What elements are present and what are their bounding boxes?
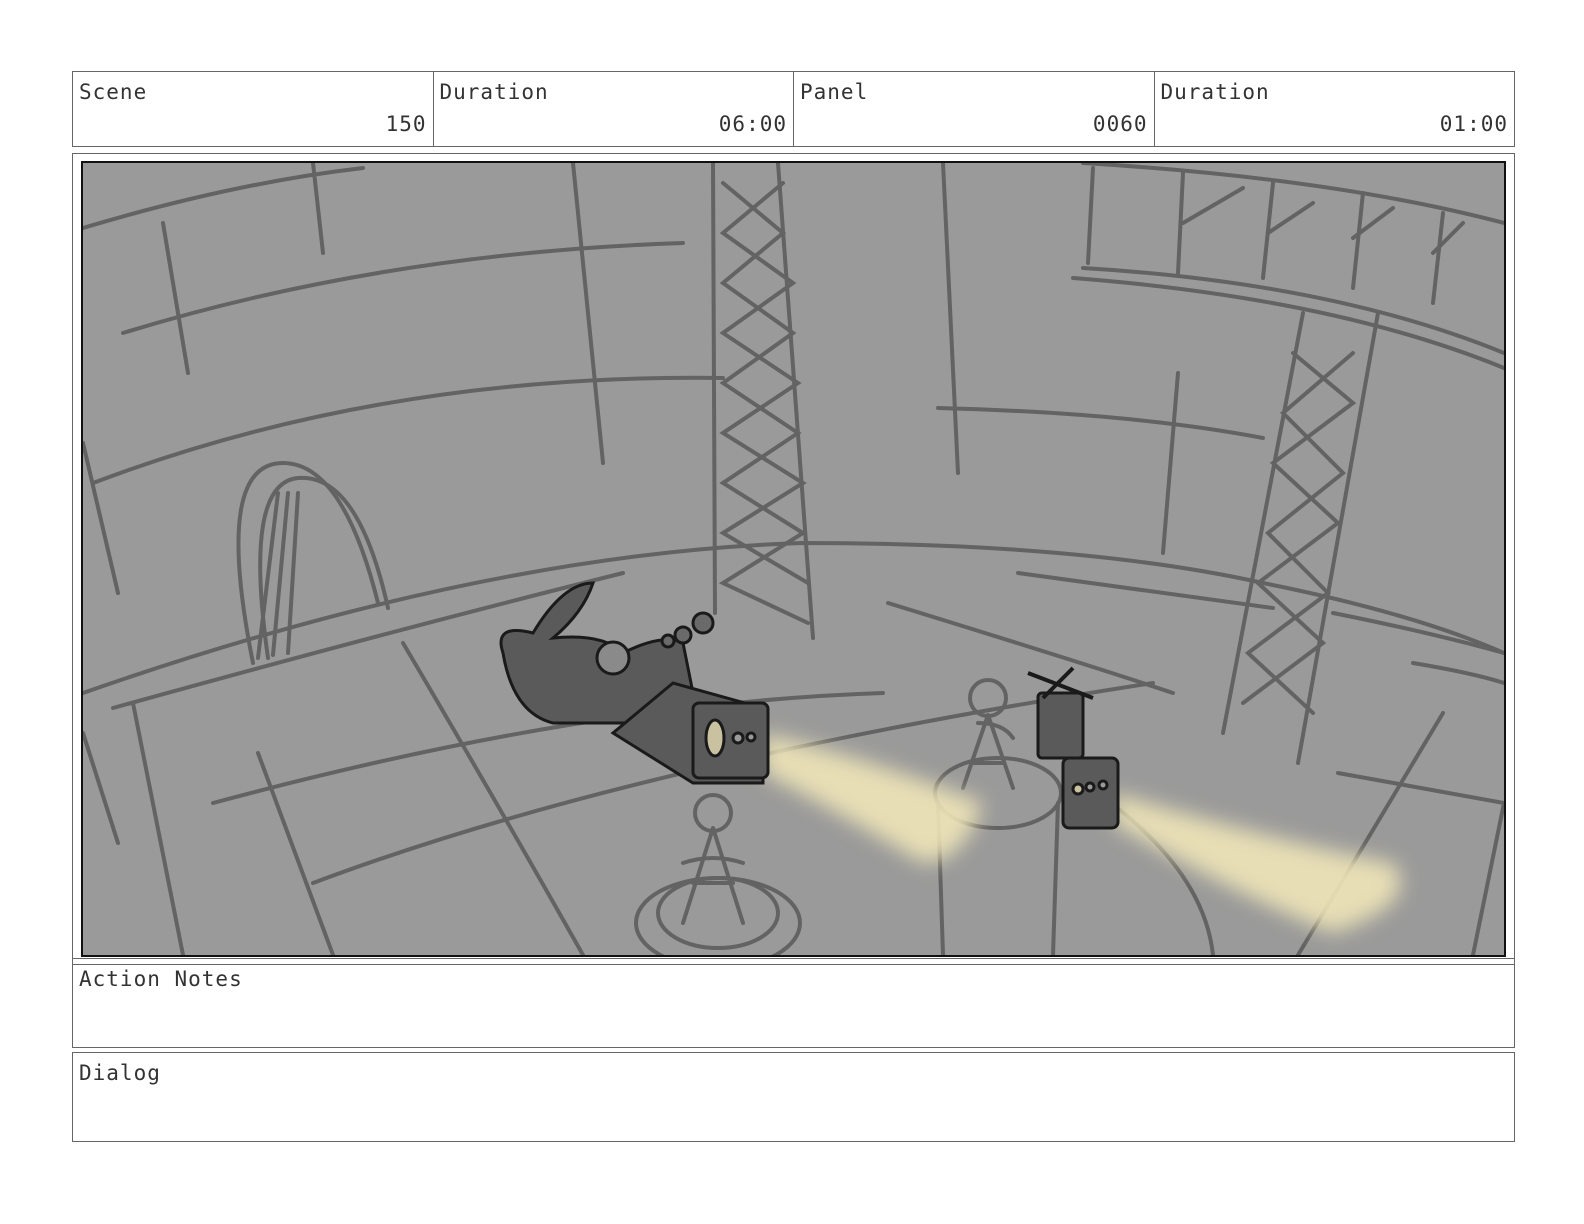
sketch-drawing: [83, 163, 1504, 955]
panel-value: 0060: [1092, 112, 1148, 136]
header-row: Scene 150 Duration 06:00 Panel 0060 Dura…: [72, 71, 1515, 147]
panel-duration-cell: Duration 01:00: [1155, 72, 1515, 146]
scene-duration-cell: Duration 06:00: [434, 72, 794, 146]
panel-label: Panel: [800, 80, 869, 104]
dialog-label: Dialog: [79, 1061, 161, 1085]
panel-duration-label: Duration: [1160, 80, 1270, 104]
scene-value: 150: [385, 112, 427, 136]
panel-duration-value: 01:00: [1439, 112, 1508, 136]
scene-cell: Scene 150: [73, 72, 434, 146]
scene-label: Scene: [79, 80, 148, 104]
storyboard-sketch: [81, 161, 1506, 957]
dialog-box[interactable]: Dialog: [72, 1052, 1515, 1142]
action-notes-box[interactable]: Action Notes: [72, 958, 1515, 1048]
scene-duration-value: 06:00: [718, 112, 787, 136]
storyboard-panel-frame: [72, 153, 1515, 965]
action-notes-label: Action Notes: [79, 967, 243, 991]
panel-cell: Panel 0060: [794, 72, 1155, 146]
scene-duration-label: Duration: [439, 80, 549, 104]
